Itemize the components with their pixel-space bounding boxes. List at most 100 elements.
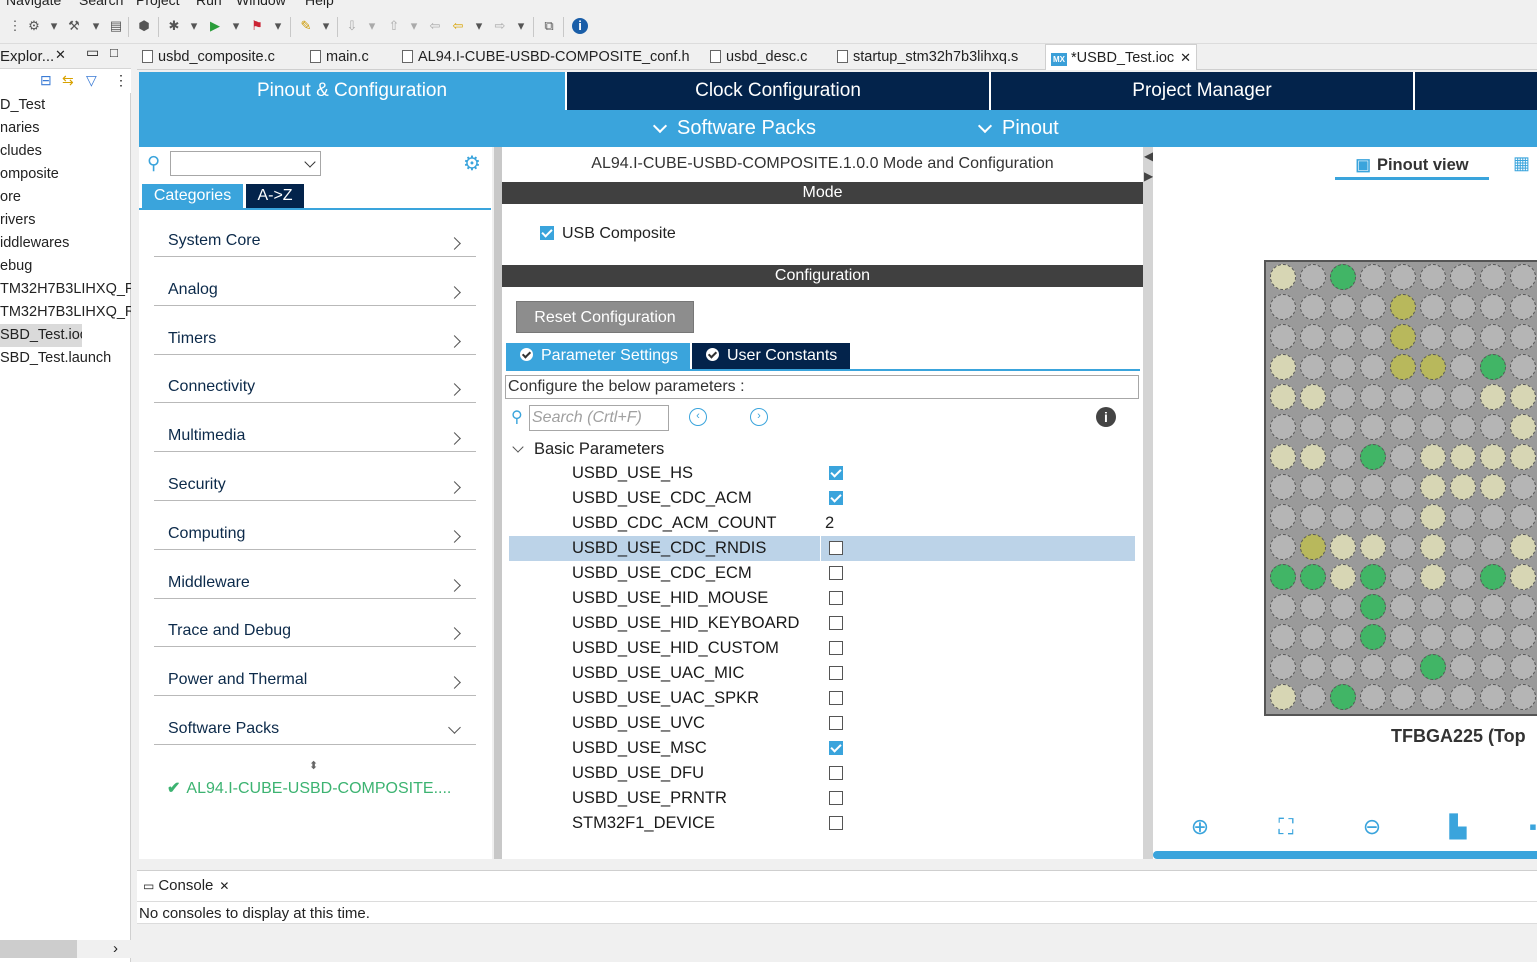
collapse-left-icon[interactable]: ◀ [1144, 149, 1153, 163]
chip-pin[interactable] [1480, 534, 1506, 560]
fit-screen-icon[interactable]: ⛶ [1272, 813, 1300, 841]
chip-pin[interactable] [1270, 594, 1296, 620]
pencil-icon[interactable]: ✎ [298, 18, 314, 34]
prev-annotation-icon[interactable]: ⇧ [386, 18, 402, 34]
parameter-checkbox[interactable] [829, 491, 843, 505]
menu-project[interactable]: Project [136, 0, 180, 8]
chip-pin[interactable] [1390, 594, 1416, 620]
tab-startup-s[interactable]: startup_stm32h7b3lihxq.s [837, 44, 1018, 70]
chip-pin[interactable] [1360, 564, 1386, 590]
chip-pin[interactable] [1510, 534, 1536, 560]
chip-pin[interactable] [1360, 504, 1386, 530]
dropdown-icon[interactable]: ▾ [88, 18, 104, 34]
tab-usbd-composite-c[interactable]: usbd_composite.c [142, 44, 275, 70]
category-search-input[interactable] [170, 151, 321, 176]
dropdown-icon[interactable]: ▾ [513, 18, 529, 34]
parameter-checkbox[interactable] [829, 816, 843, 830]
tab-pinout-configuration[interactable]: Pinout & Configuration [139, 72, 567, 110]
chip-pin[interactable] [1300, 564, 1326, 590]
chip-pin[interactable] [1360, 444, 1386, 470]
system-view-icon[interactable]: ▦ [1513, 153, 1530, 174]
filter-icon[interactable]: ▽ [86, 72, 97, 89]
next-annotation-icon[interactable]: ⇩ [344, 18, 360, 34]
chip-pin[interactable] [1480, 624, 1506, 650]
chip-pin[interactable] [1360, 324, 1386, 350]
horizontal-scrollbar[interactable]: › [0, 940, 131, 958]
chip-pin[interactable] [1390, 654, 1416, 680]
panel-splitter[interactable]: ◀ ▶ [1143, 147, 1153, 859]
dropdown-icon[interactable]: ▾ [186, 18, 202, 34]
chip-pin[interactable] [1390, 564, 1416, 590]
previous-match-icon[interactable]: ‹ [689, 408, 707, 426]
collapse-all-icon[interactable]: ⊟ [40, 72, 52, 89]
chip-pin[interactable] [1360, 264, 1386, 290]
category-item[interactable]: Power and Thermal [154, 659, 476, 697]
chip-pin[interactable] [1480, 354, 1506, 380]
chip-pin[interactable] [1270, 294, 1296, 320]
chip-pin[interactable] [1420, 354, 1446, 380]
chip-pin[interactable] [1510, 624, 1536, 650]
chip-pin[interactable] [1270, 654, 1296, 680]
chip-pin[interactable] [1330, 294, 1356, 320]
tab-clock-configuration[interactable]: Clock Configuration [567, 72, 991, 110]
dropdown-icon[interactable]: ▾ [471, 18, 487, 34]
chip-pin[interactable] [1300, 354, 1326, 380]
forward-arrow-icon[interactable]: ⇨ [492, 18, 508, 34]
category-item[interactable]: Analog [154, 269, 476, 306]
tree-item[interactable]: rivers [0, 209, 131, 232]
chip-pin[interactable] [1480, 264, 1506, 290]
chip-pin[interactable] [1360, 294, 1386, 320]
tab-project-manager[interactable]: Project Manager [991, 72, 1415, 110]
chip-pin[interactable] [1390, 474, 1416, 500]
menu-run[interactable]: Run [196, 0, 222, 8]
tab-categories[interactable]: Categories [142, 184, 243, 208]
chip-pin[interactable] [1420, 684, 1446, 710]
chevron-down-icon[interactable] [512, 441, 524, 453]
chip-pin[interactable] [1330, 384, 1356, 410]
tree-item[interactable]: iddlewares [0, 232, 131, 255]
chip-pin[interactable] [1510, 264, 1536, 290]
parameter-checkbox[interactable] [829, 791, 843, 805]
chip-pin[interactable] [1420, 264, 1446, 290]
tree-item[interactable]: SBD_Test.launch [0, 347, 131, 370]
parameter-checkbox[interactable] [829, 666, 843, 680]
chip-pin[interactable] [1330, 594, 1356, 620]
export-image-icon[interactable]: ▙ [1444, 813, 1472, 841]
zoom-out-icon[interactable]: ⊖ [1358, 813, 1386, 841]
binary-icon[interactable]: ▤ [108, 18, 124, 34]
chip-pin[interactable] [1510, 354, 1536, 380]
category-item[interactable]: Trace and Debug [154, 610, 476, 648]
splitter-handle-icon[interactable]: ⬍ [309, 759, 318, 772]
chip-pin[interactable] [1360, 624, 1386, 650]
chip-pin[interactable] [1390, 624, 1416, 650]
chip-pin[interactable] [1360, 414, 1386, 440]
parameter-row[interactable]: USBD_USE_HID_KEYBOARD [509, 611, 1135, 636]
chip-pin[interactable] [1330, 564, 1356, 590]
chip-pin[interactable] [1360, 354, 1386, 380]
tree-item[interactable]: cludes [0, 140, 131, 163]
chip-pin[interactable] [1300, 414, 1326, 440]
close-icon[interactable]: ✕ [55, 47, 66, 63]
menu-window[interactable]: Window [236, 0, 286, 8]
parameter-checkbox[interactable] [829, 741, 843, 755]
chip-pin[interactable] [1330, 444, 1356, 470]
dropdown-icon[interactable]: ▾ [364, 18, 380, 34]
chip-pin[interactable] [1390, 684, 1416, 710]
chip-pin[interactable] [1510, 444, 1536, 470]
chip-pin[interactable] [1420, 624, 1446, 650]
chip-pin[interactable] [1510, 294, 1536, 320]
parameter-row[interactable]: USBD_USE_UAC_SPKR [509, 686, 1135, 711]
tree-item[interactable]: SBD_Test.ioc [0, 324, 82, 347]
category-item[interactable]: Middleware [154, 562, 476, 599]
gear-icon[interactable]: ⚙ [463, 151, 481, 176]
info-icon[interactable]: i [572, 18, 588, 34]
parameter-checkbox[interactable] [829, 591, 843, 605]
chip-pin[interactable] [1480, 414, 1506, 440]
chip-pin[interactable] [1300, 594, 1326, 620]
chip-pin[interactable] [1330, 414, 1356, 440]
chip-pin[interactable] [1420, 384, 1446, 410]
chip-pin[interactable] [1390, 354, 1416, 380]
chip-pin[interactable] [1360, 594, 1386, 620]
chip-pin[interactable] [1450, 504, 1476, 530]
parameter-row[interactable]: USBD_USE_HID_MOUSE [509, 586, 1135, 611]
